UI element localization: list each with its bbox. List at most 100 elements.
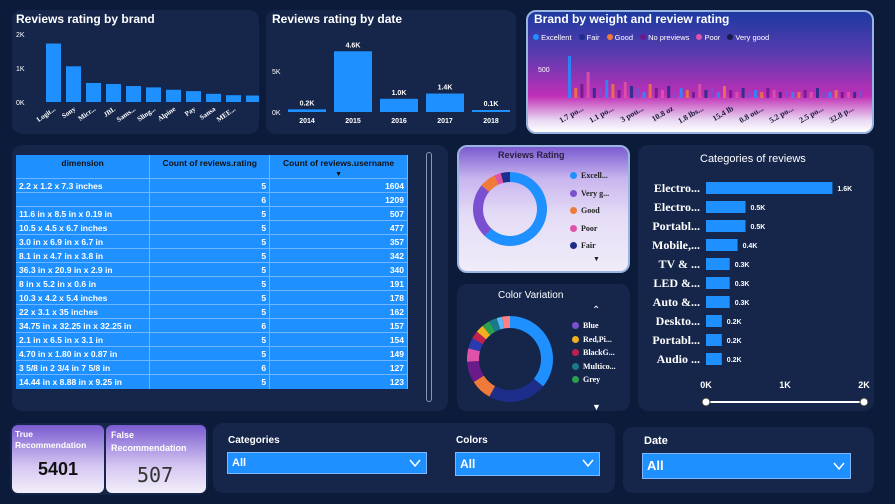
- weight-bar[interactable]: [859, 90, 863, 98]
- weight-bar[interactable]: [828, 92, 832, 98]
- legend-item[interactable]: Good: [570, 202, 609, 220]
- table-row[interactable]: 8 in x 5.2 in x 0.6 in 5 191: [16, 276, 408, 291]
- brand-bar[interactable]: [146, 87, 161, 102]
- weight-bar[interactable]: [853, 92, 857, 98]
- donut-slice[interactable]: [473, 185, 492, 236]
- weight-bar[interactable]: [754, 90, 757, 98]
- legend-scroll-down-icon[interactable]: ▼: [593, 256, 600, 263]
- weight-bar[interactable]: [630, 86, 633, 98]
- category-bar[interactable]: [706, 353, 722, 365]
- legend-very-good[interactable]: Very good: [727, 33, 769, 42]
- weight-bar[interactable]: [741, 88, 745, 98]
- weight-bar[interactable]: [568, 56, 571, 98]
- category-bar[interactable]: [706, 220, 746, 232]
- category-bar[interactable]: [706, 258, 730, 270]
- weight-bar[interactable]: [791, 92, 795, 98]
- legend-scroll-down-icon-2[interactable]: ▼: [592, 402, 601, 412]
- brand-bar[interactable]: [106, 83, 121, 102]
- legend-item[interactable]: Very g...: [570, 185, 609, 203]
- weight-bar[interactable]: [667, 86, 671, 98]
- table-row[interactable]: 2.1 in x 6.5 in x 3.1 in 5 154: [16, 332, 408, 347]
- brand-bar[interactable]: [86, 82, 101, 102]
- weight-bar[interactable]: [574, 88, 578, 98]
- weight-bar[interactable]: [803, 90, 807, 98]
- weight-bar[interactable]: [723, 86, 726, 98]
- table-row[interactable]: 36.3 in x 20.9 in x 2.9 in 5 340: [16, 262, 408, 277]
- weight-bar[interactable]: [580, 84, 584, 98]
- legend-item[interactable]: Grey: [572, 373, 616, 387]
- table-row[interactable]: 6 1209: [16, 192, 408, 207]
- legend-item[interactable]: BlackG...: [572, 346, 616, 360]
- date-dropdown[interactable]: All: [642, 453, 851, 479]
- table-row[interactable]: 3 5/8 in 2 3/4 in 7 5/8 in 6 127: [16, 360, 408, 375]
- legend-excellent[interactable]: Excellent: [533, 33, 572, 42]
- date-bar[interactable]: [472, 110, 510, 112]
- weight-bar[interactable]: [692, 92, 695, 98]
- brand-bar[interactable]: [46, 43, 61, 102]
- weight-bar[interactable]: [840, 92, 844, 98]
- date-bar[interactable]: [334, 51, 372, 112]
- weight-bar[interactable]: [586, 72, 590, 98]
- category-bar[interactable]: [706, 239, 738, 251]
- donut-slice[interactable]: [510, 316, 553, 387]
- brand-bar[interactable]: [126, 86, 141, 102]
- category-bar[interactable]: [706, 277, 730, 289]
- col-header-username[interactable]: Count of reviews.username ▼: [269, 155, 408, 179]
- weight-bar[interactable]: [809, 92, 813, 98]
- legend-scroll-up-icon[interactable]: ⌃: [592, 305, 600, 316]
- legend-item[interactable]: Fair: [570, 237, 609, 255]
- weight-bar[interactable]: [766, 88, 770, 98]
- date-bar[interactable]: [426, 93, 464, 112]
- date-bar[interactable]: [380, 98, 418, 112]
- weight-bar[interactable]: [679, 88, 683, 98]
- legend-item[interactable]: Excell...: [570, 167, 609, 185]
- weight-bar[interactable]: [785, 90, 788, 98]
- category-bar[interactable]: [706, 201, 746, 213]
- brand-bar[interactable]: [206, 93, 221, 102]
- weight-bar[interactable]: [654, 88, 658, 98]
- weight-bar[interactable]: [673, 92, 677, 98]
- legend-poor[interactable]: Poor: [696, 33, 720, 42]
- brand-bar[interactable]: [246, 95, 259, 102]
- weight-bar[interactable]: [704, 90, 708, 98]
- legend-no-previews[interactable]: No previews: [640, 33, 689, 42]
- date-bar[interactable]: [288, 109, 326, 112]
- weight-bar[interactable]: [834, 90, 838, 98]
- weight-bar[interactable]: [623, 82, 627, 98]
- table-row[interactable]: 10.3 x 4.2 x 5.4 inches 5 178: [16, 290, 408, 305]
- weight-bar[interactable]: [642, 92, 646, 98]
- category-bar[interactable]: [706, 334, 722, 346]
- weight-bar[interactable]: [617, 90, 621, 98]
- legend-item[interactable]: Multico...: [572, 360, 616, 374]
- table-row[interactable]: 14.44 in x 8.88 in x 9.25 in 5 123: [16, 374, 408, 389]
- legend-item[interactable]: Blue: [572, 319, 616, 333]
- weight-bar[interactable]: [698, 84, 702, 98]
- category-bar[interactable]: [706, 182, 833, 194]
- col-header-dimension[interactable]: dimension: [16, 155, 151, 179]
- weight-bar[interactable]: [611, 84, 615, 98]
- weight-bar[interactable]: [735, 92, 739, 98]
- weight-bar[interactable]: [636, 88, 640, 98]
- weight-bar[interactable]: [648, 84, 652, 98]
- colors-dropdown[interactable]: All: [455, 452, 600, 476]
- range-slider[interactable]: [700, 395, 870, 409]
- table-row[interactable]: 4.70 in x 1.80 in x 0.87 in 5 149: [16, 346, 408, 361]
- weight-bar[interactable]: [661, 90, 664, 98]
- weight-bar[interactable]: [822, 92, 826, 98]
- weight-bar[interactable]: [605, 80, 609, 98]
- category-bar[interactable]: [706, 296, 730, 308]
- slider-handle-min[interactable]: [701, 397, 711, 407]
- table-row[interactable]: 10.5 x 4.5 x 6.7 inches 5 477: [16, 220, 408, 235]
- weight-bar[interactable]: [816, 88, 819, 98]
- table-row[interactable]: 3.0 in x 6.9 in x 6.7 in 5 357: [16, 234, 408, 249]
- weight-bar[interactable]: [778, 92, 782, 98]
- weight-bar[interactable]: [847, 92, 850, 98]
- weight-bar[interactable]: [592, 88, 596, 98]
- weight-bar[interactable]: [747, 92, 751, 98]
- brand-bar[interactable]: [166, 89, 181, 102]
- table-row[interactable]: 22 x 3.1 x 35 inches 5 162: [16, 304, 408, 319]
- weight-bar[interactable]: [772, 90, 776, 98]
- weight-bar[interactable]: [797, 92, 801, 98]
- legend-good[interactable]: Good: [606, 33, 633, 42]
- legend-fair[interactable]: Fair: [578, 33, 600, 42]
